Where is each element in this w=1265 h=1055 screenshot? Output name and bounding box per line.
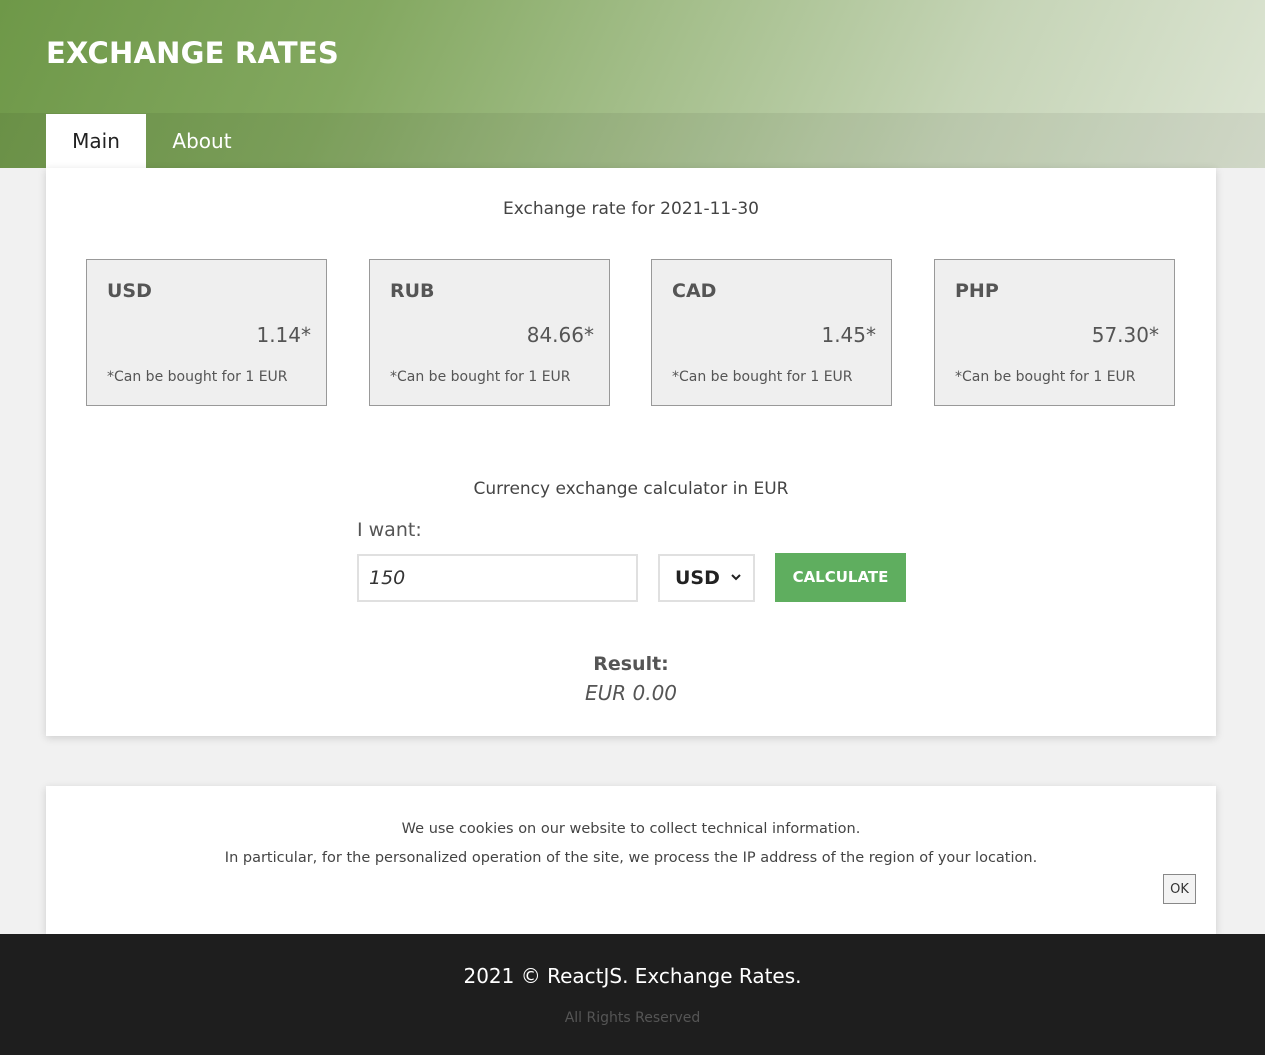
rate-card-value: 57.30* <box>1091 323 1159 347</box>
rate-card-cad: CAD 1.45* *Can be bought for 1 EUR <box>651 259 892 406</box>
cookie-text-line1: We use cookies on our website to collect… <box>401 821 861 837</box>
rate-card-value: 84.66* <box>526 323 594 347</box>
exchange-rate-date: Exchange rate for 2021-11-30 <box>503 199 759 219</box>
footer-copyright: 2021 © ReactJS. Exchange Rates. <box>463 964 802 988</box>
result-value: EUR 0.00 <box>584 681 678 705</box>
rate-card-php: PHP 57.30* *Can be bought for 1 EUR <box>934 259 1175 406</box>
site-title: EXCHANGE RATES <box>46 36 339 70</box>
cookie-notice: We use cookies on our website to collect… <box>46 786 1216 934</box>
main-panel: Exchange rate for 2021-11-30 USD 1.14* *… <box>46 168 1216 736</box>
chevron-down-icon <box>731 574 741 581</box>
rate-card-code: USD <box>107 280 152 302</box>
rate-card-note: *Can be bought for 1 EUR <box>955 369 1136 385</box>
result-label: Result: <box>593 653 669 675</box>
cookie-text-line2: In particular, for the personalized oper… <box>224 850 1038 866</box>
amount-label: I want: <box>357 519 422 541</box>
rate-card-rub: RUB 84.66* *Can be bought for 1 EUR <box>369 259 610 406</box>
rate-card-value: 1.14* <box>256 323 311 347</box>
rate-card-code: RUB <box>390 280 435 302</box>
currency-select[interactable]: USD <box>658 554 755 602</box>
rate-card-code: PHP <box>955 280 999 302</box>
rate-card-note: *Can be bought for 1 EUR <box>107 369 288 385</box>
footer: 2021 © ReactJS. Exchange Rates. All Righ… <box>0 934 1265 1055</box>
amount-input[interactable] <box>357 554 638 602</box>
tab-main[interactable]: Main <box>46 114 146 168</box>
rate-card-note: *Can be bought for 1 EUR <box>672 369 853 385</box>
calculator-title: Currency exchange calculator in EUR <box>473 479 789 499</box>
calculate-button[interactable]: CALCULATE <box>775 553 906 602</box>
rate-card-note: *Can be bought for 1 EUR <box>390 369 571 385</box>
cookie-ok-button[interactable]: OK <box>1163 874 1196 904</box>
rate-card-usd: USD 1.14* *Can be bought for 1 EUR <box>86 259 327 406</box>
rate-card-value: 1.45* <box>821 323 876 347</box>
currency-select-value: USD <box>675 567 720 589</box>
footer-rights: All Rights Reserved <box>564 1010 701 1026</box>
tab-about[interactable]: About <box>146 114 258 168</box>
rate-card-code: CAD <box>672 280 717 302</box>
